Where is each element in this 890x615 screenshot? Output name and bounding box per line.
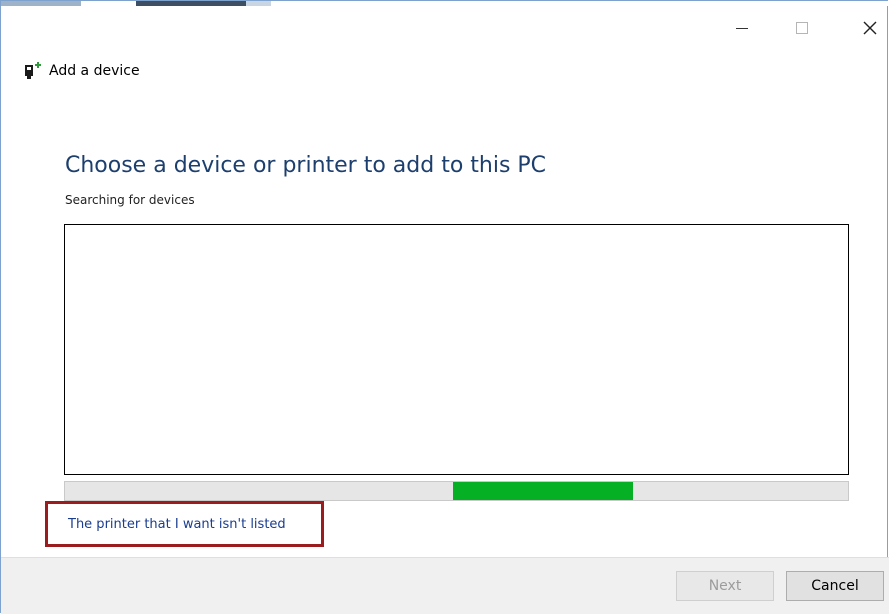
cancel-button[interactable]: Cancel	[786, 571, 884, 601]
add-device-window: Add a device Choose a device or printer …	[0, 0, 890, 614]
close-icon	[863, 21, 877, 35]
search-status: Searching for devices	[65, 193, 195, 207]
minimize-button[interactable]	[719, 13, 765, 43]
dialog-title-bar: Add a device	[23, 59, 140, 83]
printer-not-listed-link[interactable]: The printer that I want isn't listed	[68, 517, 286, 532]
page-title: Choose a device or printer to add to thi…	[65, 153, 547, 178]
device-list[interactable]	[64, 224, 849, 475]
maximize-button[interactable]	[779, 13, 825, 43]
highlight-box: The printer that I want isn't listed	[45, 501, 324, 547]
close-button[interactable]	[847, 13, 890, 43]
maximize-icon	[796, 22, 808, 34]
progress-indicator	[452, 482, 633, 500]
device-add-icon	[25, 62, 41, 79]
taskbar-strip	[1, 1, 889, 6]
next-button[interactable]: Next	[676, 571, 774, 601]
search-progress-bar	[64, 481, 849, 501]
window-title: Add a device	[49, 63, 140, 79]
minimize-icon	[736, 27, 748, 29]
